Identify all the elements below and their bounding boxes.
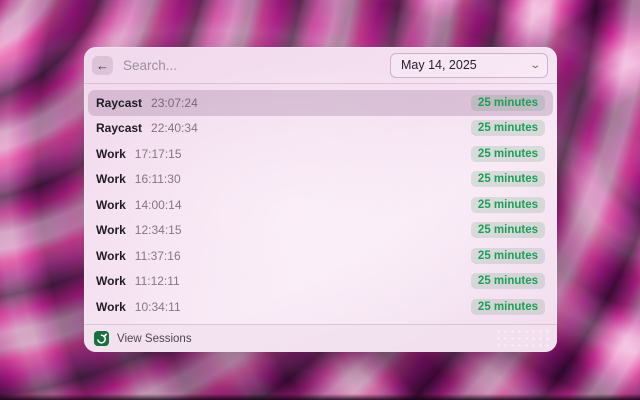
session-time: 16:11:30	[135, 172, 181, 186]
session-row[interactable]: Work 11:37:16 25 minutes	[88, 243, 553, 269]
back-button[interactable]: ←	[92, 56, 113, 75]
duration-badge: 25 minutes	[471, 299, 545, 315]
header: ← May 14, 2025 ⌄	[84, 47, 557, 83]
session-time: 14:00:14	[135, 198, 182, 212]
session-name: Work	[96, 249, 126, 263]
date-dropdown-value: May 14, 2025	[401, 58, 477, 72]
session-time: 11:37:16	[135, 249, 181, 263]
session-row[interactable]: Raycast 23:07:24 25 minutes	[88, 90, 553, 116]
chevron-down-icon: ⌄	[529, 60, 541, 71]
dot-texture	[495, 328, 549, 349]
duration-badge: 25 minutes	[471, 222, 545, 238]
duration-badge: 25 minutes	[471, 146, 545, 162]
footer: View Sessions	[84, 324, 557, 352]
session-row[interactable]: Work 16:11:30 25 minutes	[88, 167, 553, 193]
session-time: 17:17:15	[135, 147, 182, 161]
duration-badge: 25 minutes	[471, 197, 545, 213]
arrow-left-icon: ←	[96, 59, 109, 72]
duration-badge: 25 minutes	[471, 171, 545, 187]
session-row[interactable]: Work 10:34:11 25 minutes	[88, 294, 553, 320]
session-time: 11:12:11	[135, 274, 180, 288]
duration-badge: 25 minutes	[471, 120, 545, 136]
session-row[interactable]: Work 12:34:15 25 minutes	[88, 218, 553, 244]
duration-badge: 25 minutes	[471, 248, 545, 264]
session-name: Work	[96, 147, 126, 161]
session-time: 22:40:34	[151, 121, 198, 135]
session-time: 10:34:11	[135, 300, 181, 314]
session-time: 12:34:15	[135, 223, 182, 237]
sessions-window: ← May 14, 2025 ⌄ Raycast 23:07:24 25 min…	[84, 47, 557, 352]
session-name: Work	[96, 274, 126, 288]
session-row[interactable]: Raycast 22:40:34 25 minutes	[88, 116, 553, 142]
session-list: Raycast 23:07:24 25 minutes Raycast 22:4…	[84, 84, 557, 320]
session-name: Raycast	[96, 96, 142, 110]
session-name: Work	[96, 172, 126, 186]
session-name: Raycast	[96, 121, 142, 135]
session-name: Work	[96, 223, 126, 237]
view-sessions-app-icon	[94, 331, 109, 346]
session-row[interactable]: Work 11:12:11 25 minutes	[88, 269, 553, 295]
session-row[interactable]: Work 17:17:15 25 minutes	[88, 141, 553, 167]
search-input[interactable]	[121, 57, 390, 74]
duration-badge: 25 minutes	[471, 273, 545, 289]
duration-badge: 25 minutes	[471, 95, 545, 111]
session-row[interactable]: Work 14:00:14 25 minutes	[88, 192, 553, 218]
session-name: Work	[96, 300, 126, 314]
view-sessions-button[interactable]: View Sessions	[117, 333, 192, 345]
session-name: Work	[96, 198, 126, 212]
date-dropdown[interactable]: May 14, 2025 ⌄	[390, 53, 548, 78]
session-time: 23:07:24	[151, 96, 198, 110]
